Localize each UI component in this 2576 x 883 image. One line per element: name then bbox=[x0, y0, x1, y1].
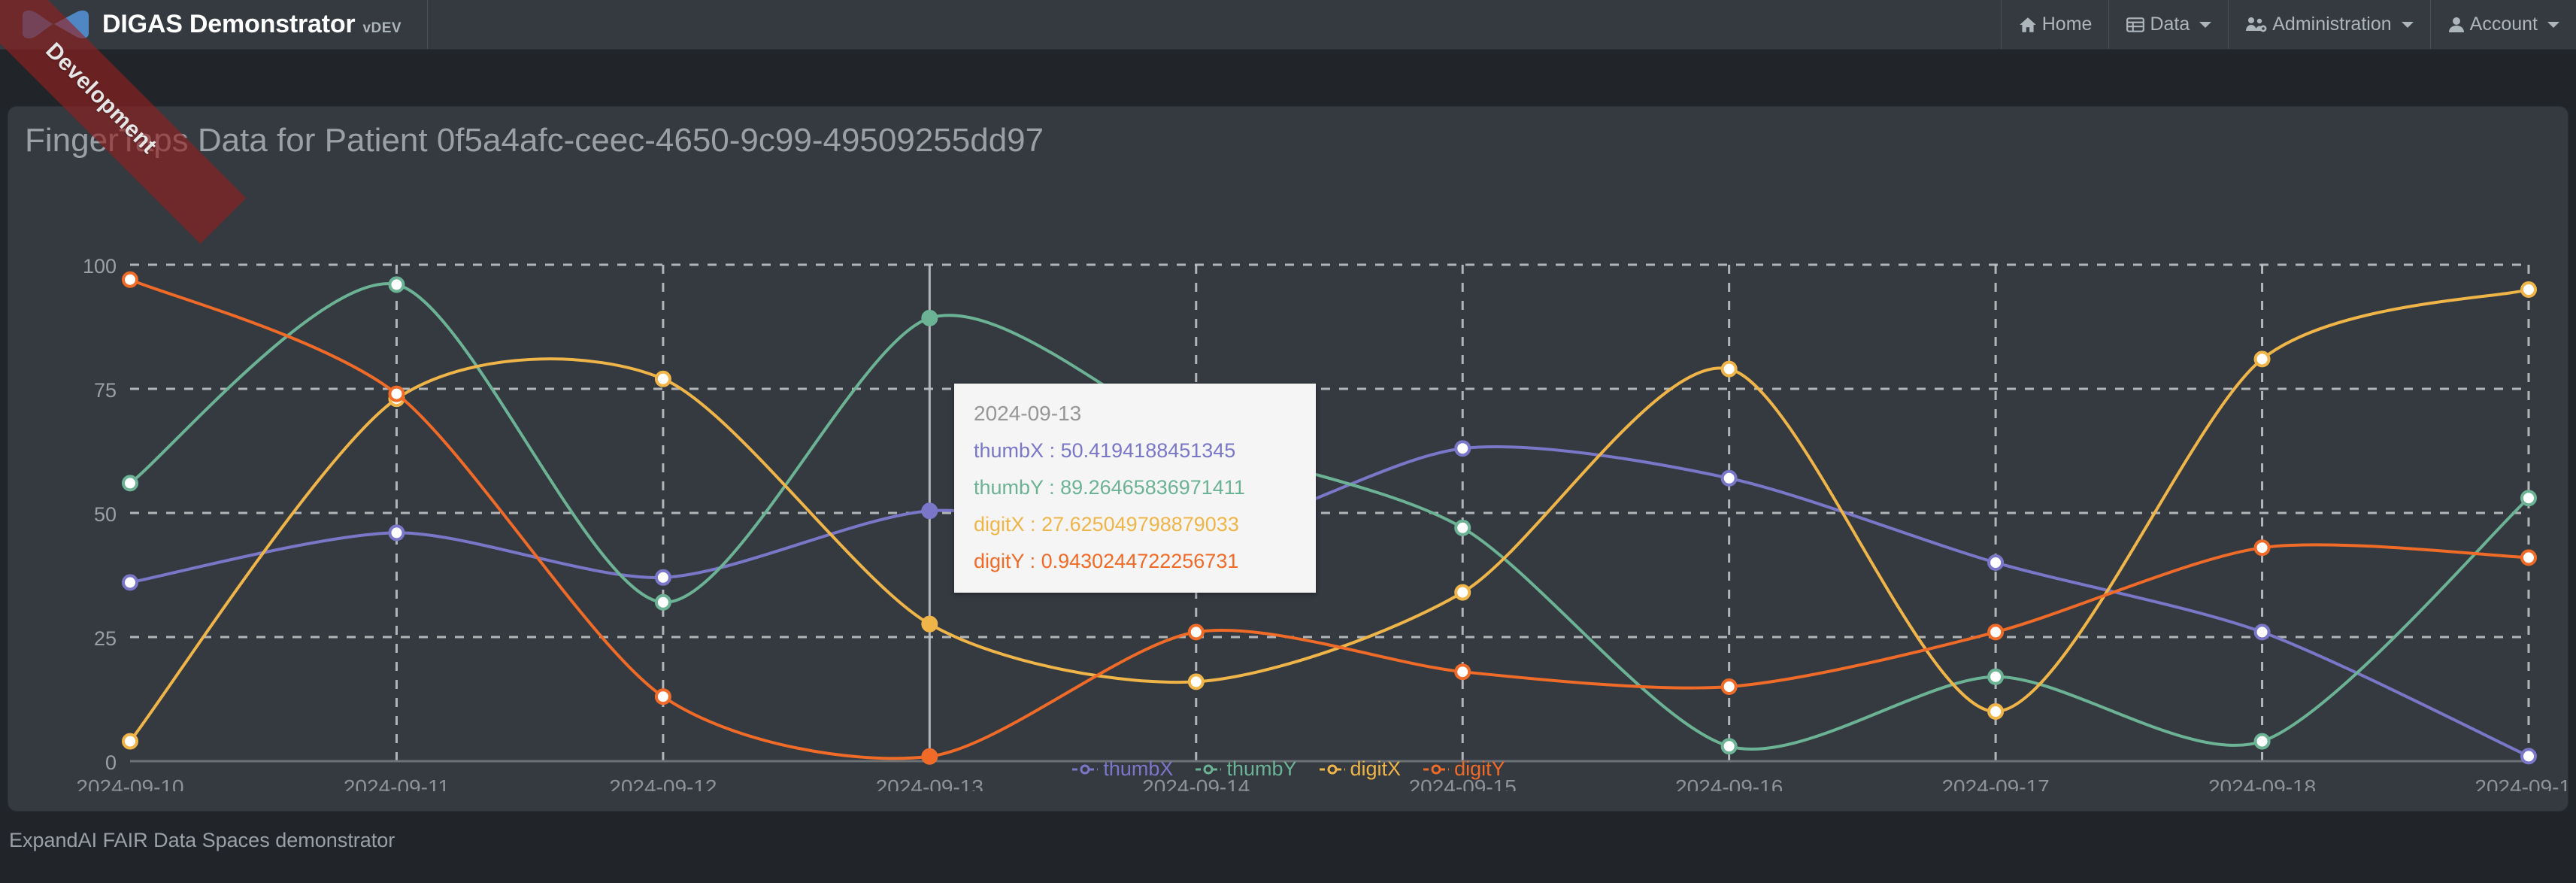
data-point[interactable] bbox=[388, 524, 405, 542]
tooltip-label: digitY bbox=[974, 549, 1025, 572]
legend-marker-icon bbox=[1319, 764, 1345, 774]
tooltip-label: thumbY bbox=[974, 476, 1044, 499]
legend-marker-icon bbox=[1196, 764, 1222, 774]
nav-item-label: Data bbox=[2150, 14, 2190, 35]
chevron-down-icon bbox=[2547, 21, 2559, 28]
chart-card: FingerTaps Data for Patient 0f5a4afc-cee… bbox=[8, 106, 2568, 812]
tooltip-row-digitx: digitX : 27.625049798879033 bbox=[974, 513, 1239, 536]
legend-item-digitY[interactable]: digitY bbox=[1423, 757, 1505, 781]
user-icon bbox=[2447, 15, 2465, 35]
tooltip-label: thumbX bbox=[974, 439, 1044, 463]
tooltip-label: digitX bbox=[974, 513, 1025, 536]
nav-item-account[interactable]: Account bbox=[2429, 0, 2576, 49]
y-axis-tick-label: 75 bbox=[94, 379, 117, 402]
brand-name-rest: Demonstrator bbox=[182, 10, 356, 38]
data-point[interactable] bbox=[1720, 678, 1738, 695]
chevron-down-icon bbox=[2199, 21, 2212, 28]
chart-tooltip: 2024-09-13 thumbX : 50.4194188451345 thu… bbox=[954, 384, 1316, 593]
data-point[interactable] bbox=[1987, 703, 2005, 720]
chart-line-digitY bbox=[129, 278, 2529, 760]
data-point[interactable] bbox=[2253, 539, 2271, 557]
data-point[interactable] bbox=[1454, 519, 1471, 536]
nav-item-home[interactable]: Home bbox=[2000, 0, 2109, 49]
nav-item-label: Administration bbox=[2272, 14, 2392, 35]
data-point[interactable] bbox=[654, 569, 671, 586]
nav-item-administration[interactable]: Administration bbox=[2228, 0, 2429, 49]
tooltip-row-thumby: thumbY : 89.26465836971411 bbox=[974, 476, 1245, 499]
data-point[interactable] bbox=[122, 574, 138, 591]
data-point[interactable] bbox=[654, 593, 671, 611]
nav-item-label: Account bbox=[2469, 14, 2538, 35]
data-point[interactable] bbox=[122, 733, 138, 750]
tooltip-value: 0.9430244722256731 bbox=[1041, 549, 1239, 572]
tooltip-row-thumbx: thumbX : 50.4194188451345 bbox=[974, 439, 1236, 463]
top-navbar: DIGAS Demonstrator vDEV Home Data Admini… bbox=[0, 0, 2576, 50]
bowtie-logo-icon bbox=[20, 8, 92, 41]
chart-legend: thumbX thumbY digitX digitY bbox=[8, 757, 2568, 781]
page-title: FingerTaps Data for Patient 0f5a4afc-cee… bbox=[25, 122, 1044, 159]
table-icon bbox=[2126, 15, 2145, 35]
data-point[interactable] bbox=[2520, 490, 2537, 507]
data-point[interactable] bbox=[1987, 624, 2005, 641]
chart-line-digitX bbox=[129, 288, 2529, 742]
brand-title: DIGAS Demonstrator vDEV bbox=[102, 10, 402, 39]
data-point[interactable] bbox=[122, 475, 138, 492]
data-point[interactable] bbox=[388, 276, 405, 293]
data-point[interactable] bbox=[2253, 733, 2271, 750]
data-point[interactable] bbox=[1454, 663, 1471, 681]
data-point[interactable] bbox=[2253, 624, 2271, 641]
data-point[interactable] bbox=[654, 688, 671, 705]
legend-marker-icon bbox=[1072, 764, 1099, 774]
data-point[interactable] bbox=[654, 370, 671, 387]
data-point[interactable] bbox=[388, 385, 405, 402]
chevron-down-icon bbox=[2401, 21, 2414, 28]
legend-item-thumbX[interactable]: thumbX bbox=[1072, 757, 1173, 781]
nav-item-label: Home bbox=[2041, 14, 2093, 35]
home-icon bbox=[2018, 15, 2038, 35]
users-gear-icon bbox=[2245, 15, 2268, 35]
data-point[interactable] bbox=[921, 309, 938, 326]
data-point[interactable] bbox=[1987, 554, 2005, 571]
data-point[interactable] bbox=[2253, 350, 2271, 368]
brand-version: vDEV bbox=[362, 20, 402, 36]
nav-item-data[interactable]: Data bbox=[2108, 0, 2228, 49]
legend-label: thumbX bbox=[1103, 757, 1174, 780]
chart-line-thumbX bbox=[129, 445, 2529, 758]
brand-name-colored: DIGAS bbox=[102, 10, 183, 38]
data-point[interactable] bbox=[921, 615, 938, 633]
legend-item-thumbY[interactable]: thumbY bbox=[1196, 757, 1297, 781]
data-point[interactable] bbox=[1720, 469, 1738, 487]
y-axis-tick-label: 50 bbox=[94, 503, 117, 526]
chart-container: 0 25 50 75 100 2024-09-10 2024-09-11 2024-09-12… bbox=[8, 159, 2568, 791]
data-point[interactable] bbox=[921, 502, 938, 520]
brand[interactable]: DIGAS Demonstrator vDEV bbox=[0, 0, 429, 49]
data-point[interactable] bbox=[1454, 584, 1471, 601]
data-point[interactable] bbox=[122, 271, 138, 288]
legend-marker-icon bbox=[1423, 764, 1450, 774]
legend-item-digitX[interactable]: digitX bbox=[1319, 757, 1402, 781]
data-point[interactable] bbox=[1187, 624, 1205, 641]
y-axis-tick-label: 100 bbox=[83, 255, 117, 278]
data-point[interactable] bbox=[2520, 549, 2537, 566]
y-axis-tick-label: 25 bbox=[94, 627, 117, 650]
nav-links: Home Data Administration Account bbox=[2000, 0, 2576, 49]
data-point[interactable] bbox=[1187, 673, 1205, 690]
data-point[interactable] bbox=[2520, 281, 2537, 298]
tooltip-value: 89.26465836971411 bbox=[1060, 476, 1245, 499]
tooltip-value: 50.4194188451345 bbox=[1060, 439, 1236, 463]
tooltip-date: 2024-09-13 bbox=[974, 402, 1082, 425]
data-point[interactable] bbox=[1720, 738, 1738, 755]
legend-label: thumbY bbox=[1226, 757, 1297, 780]
footer-text: ExpandAI FAIR Data Spaces demonstrator bbox=[9, 829, 395, 851]
legend-label: digitX bbox=[1350, 757, 1402, 780]
tooltip-row-digity: digitY : 0.9430244722256731 bbox=[974, 549, 1239, 572]
chart-line-thumbY bbox=[129, 282, 2530, 751]
data-point[interactable] bbox=[1720, 360, 1738, 378]
data-point[interactable] bbox=[1987, 668, 2005, 685]
footer: ExpandAI FAIR Data Spaces demonstrator bbox=[0, 812, 2576, 883]
tooltip-value: 27.625049798879033 bbox=[1041, 513, 1239, 536]
legend-label: digitY bbox=[1454, 757, 1505, 780]
data-point[interactable] bbox=[1454, 440, 1471, 457]
